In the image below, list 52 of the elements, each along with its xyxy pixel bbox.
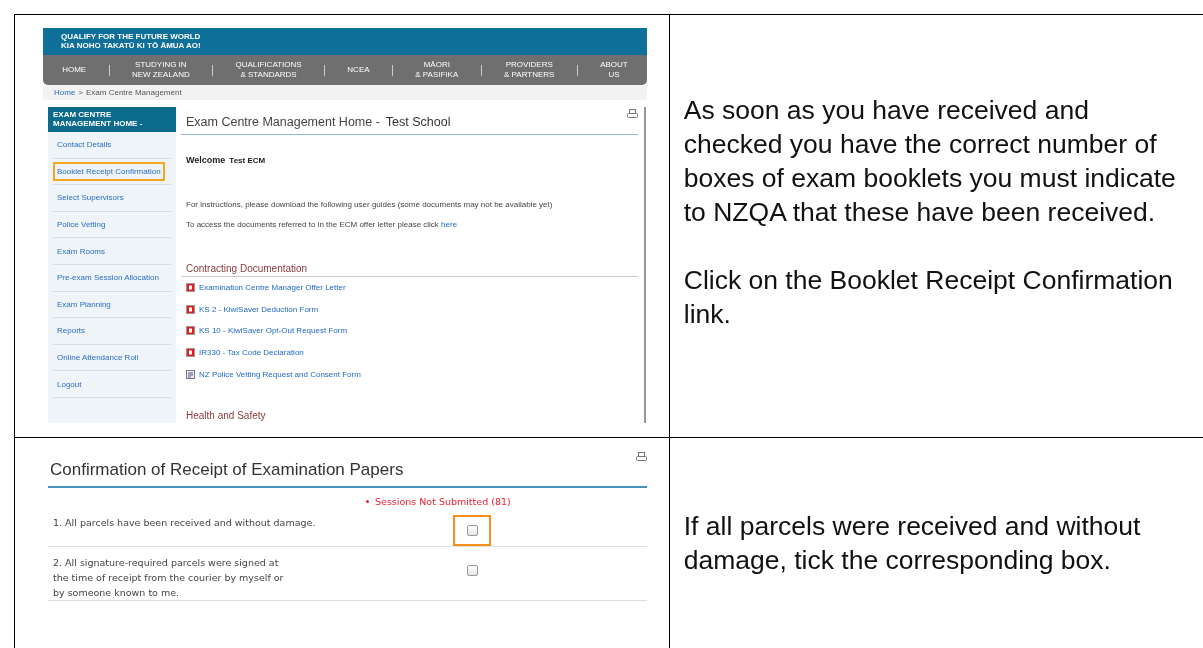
section-heading: Health and Safety	[185, 409, 267, 423]
here-link[interactable]: here	[441, 220, 458, 229]
page-title: Confirmation of Receipt of Examination Papers	[48, 460, 647, 488]
confirmation-statement: 2. All signature-required parcels were signed at the time of receipt from the courier by myself or by someone known to me.	[53, 556, 285, 600]
sidebar-link[interactable]: Logout	[53, 374, 86, 394]
nav-link[interactable]: ABOUT US	[600, 60, 628, 80]
instruction-paragraph: Click on the Booklet Receipt Confirmation link.	[683, 264, 1174, 331]
document-link[interactable]: Examination Centre Manager Offer Letter	[199, 283, 346, 293]
nav-link[interactable]: HOME	[62, 65, 87, 75]
document-link[interactable]: KS 10 - KiwiSaver Opt-Out Request Form	[199, 326, 348, 336]
confirmation-statement: 1. All parcels have been received and without damage.	[53, 516, 317, 530]
sidebar-link[interactable]: Pre-exam Session Allocation	[53, 268, 163, 288]
sidebar-link[interactable]: Select Supervisors	[53, 188, 128, 208]
sidebar-link[interactable]: Exam Rooms	[53, 241, 109, 261]
page-title: Exam Centre Management Home -	[186, 115, 380, 129]
print-icon[interactable]	[627, 109, 638, 119]
pdf-icon	[186, 348, 195, 358]
status-text: Sessions Not Submitted (81)	[375, 496, 511, 507]
checkbox[interactable]	[466, 565, 478, 576]
breadcrumb-separator: >	[78, 88, 83, 97]
nav-link[interactable]: STUDYING IN NEW ZEALAND	[131, 60, 190, 80]
user-name: Test ECM	[229, 156, 266, 165]
document-link[interactable]: KS 2 - KiwiSaver Deduction Form	[199, 304, 319, 314]
nav-link[interactable]: MĀORI & PASIFIKA	[415, 60, 459, 80]
sidebar-link[interactable]: Booklet Receipt Confirmation	[53, 161, 165, 181]
school-name: Test School	[385, 115, 451, 129]
nav-link[interactable]: NCEA	[347, 65, 370, 75]
checkbox[interactable]	[466, 525, 478, 536]
tagline: QUALIFY FOR THE FUTURE WORLD KIA NOHO TAKATŪ KI TŌ ĀMUA AO!	[61, 32, 201, 51]
print-icon[interactable]	[635, 452, 647, 462]
sidebar-header: EXAM CENTRE MANAGEMENT HOME -	[48, 107, 176, 132]
sidebar-link[interactable]: Contact Details	[53, 135, 116, 155]
document-link[interactable]: NZ Police Vetting Request and Consent Form	[199, 369, 361, 379]
pdf-icon	[186, 304, 195, 314]
nav-link[interactable]: QUALIFICATIONS & STANDARDS	[235, 60, 302, 80]
sidebar-link[interactable]: Exam Planning	[53, 294, 115, 314]
sidebar-link[interactable]: Online Attendance Roll	[53, 348, 143, 368]
nav-link[interactable]: PROVIDERS & PARTNERS	[504, 60, 555, 80]
access-text: To access the documents referred to in the ECM offer letter please click	[186, 220, 439, 229]
section-heading: Contracting Documentation	[181, 263, 638, 277]
sidebar-link[interactable]: Police Vetting	[53, 215, 110, 235]
instruction-paragraph: If all parcels were received and without damage, tick the corresponding box.	[683, 510, 1142, 577]
form-icon	[186, 369, 195, 379]
document-link[interactable]: IR330 - Tax Code Declaration	[199, 348, 304, 358]
pdf-icon	[186, 326, 195, 336]
breadcrumb-current: Exam Centre Management	[86, 88, 182, 97]
sidebar-link[interactable]: Reports	[53, 321, 89, 341]
pdf-icon	[186, 283, 195, 293]
instructions-text: For instructions, please download the following user guides (some documents may not be available yet)	[186, 200, 554, 209]
welcome-label: Welcome	[186, 155, 226, 165]
breadcrumb-link[interactable]: Home	[54, 88, 76, 97]
instruction-paragraph: As soon as you have received and checked you have the correct number of boxes of exam booklets you must indicate to NZQA that these have been received.	[683, 94, 1177, 229]
